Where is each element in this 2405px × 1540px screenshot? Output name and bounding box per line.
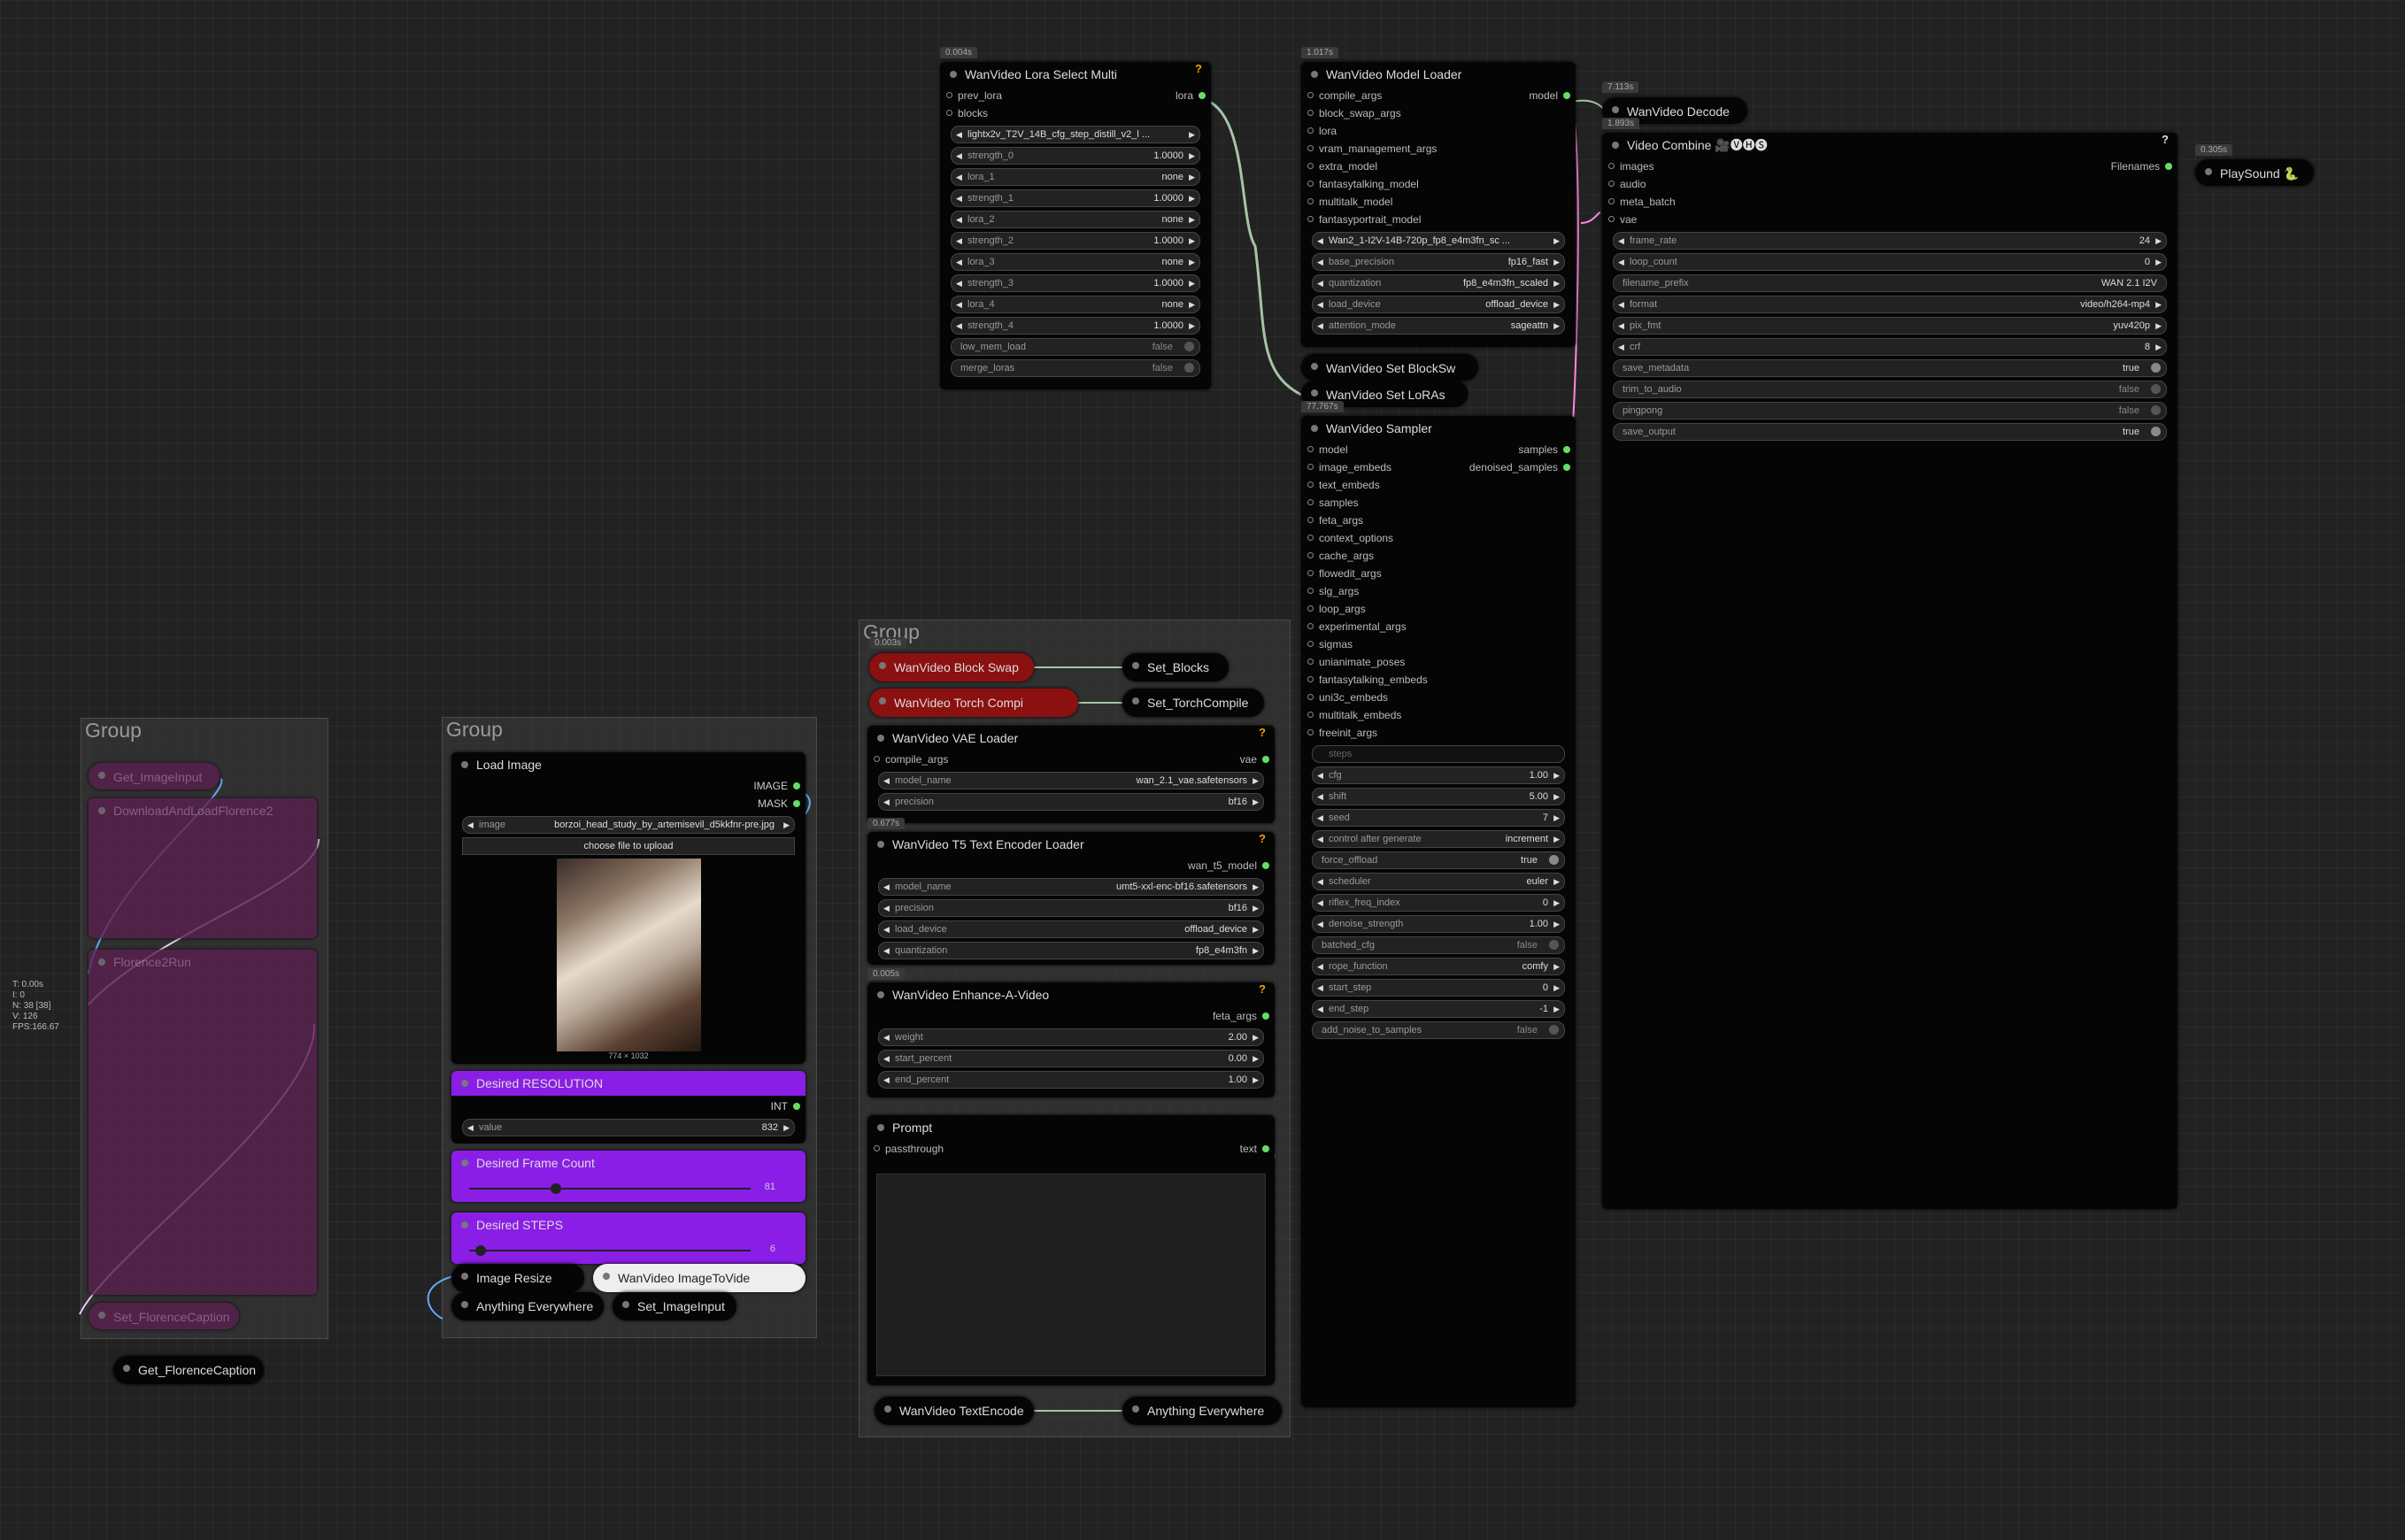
set-torchcompile-node[interactable]: Set_TorchCompile bbox=[1122, 689, 1264, 717]
format-widget[interactable]: formatvideo/h264-mp4 bbox=[1613, 296, 2167, 313]
filename-prefix-field[interactable]: filename_prefix WAN 2.1 I2V bbox=[1613, 274, 2167, 292]
lora-strength-4[interactable]: strength_41.0000 bbox=[951, 317, 1200, 335]
pingpong-toggle[interactable]: pingpong false bbox=[1613, 402, 2167, 420]
playsound-node[interactable]: PlaySound 🐍 bbox=[2195, 159, 2314, 186]
lora-strength-3[interactable]: strength_31.0000 bbox=[951, 274, 1200, 292]
cfg-widget[interactable]: cfg1.00 bbox=[1312, 766, 1565, 784]
set-blocks-node[interactable]: Set_Blocks bbox=[1122, 653, 1229, 681]
resolution-value[interactable]: value832 bbox=[462, 1119, 795, 1136]
seed-widget[interactable]: seed7 bbox=[1312, 809, 1565, 827]
set-imageinput-node[interactable]: Set_ImageInput bbox=[613, 1292, 736, 1321]
set-blockswap-node[interactable]: WanVideo Set BlockSw bbox=[1301, 354, 1478, 381]
loop-count-widget[interactable]: loop_count0 bbox=[1613, 253, 2167, 271]
force-offload-toggle[interactable]: force_offload true bbox=[1312, 851, 1565, 869]
end-step-widget[interactable]: end_step-1 bbox=[1312, 1000, 1565, 1018]
add-noise-toggle[interactable]: add_noise_to_samples false bbox=[1312, 1021, 1565, 1039]
enhance-a-video-node[interactable]: WanVideo Enhance-A-Video? feta_args weig… bbox=[867, 982, 1275, 1097]
desired-steps-node[interactable]: Desired STEPS 6 bbox=[451, 1213, 806, 1264]
text-encode-node[interactable]: WanVideo TextEncode bbox=[875, 1397, 1034, 1425]
steps-input[interactable]: steps bbox=[1312, 745, 1565, 763]
torch-compile-node[interactable]: WanVideo Torch Compi bbox=[869, 689, 1078, 717]
riflex-widget[interactable]: riflex_freq_index0 bbox=[1312, 894, 1565, 912]
get-florencecaption-node[interactable]: Get_FlorenceCaption bbox=[113, 1356, 264, 1384]
florence-run-node[interactable]: Florence2Run bbox=[89, 950, 317, 1295]
quantization-select[interactable]: quantizationfp8_e4m3fn_scaled bbox=[1312, 274, 1565, 292]
t5-load-device[interactable]: load_deviceoffload_device bbox=[878, 920, 1264, 938]
trim-to-audio-toggle[interactable]: trim_to_audio false bbox=[1613, 381, 2167, 398]
image-resize-node[interactable]: Image Resize bbox=[451, 1264, 584, 1292]
low-mem-load-toggle[interactable]: low_mem_load false bbox=[951, 338, 1200, 356]
lora-strength-0[interactable]: strength_01.0000 bbox=[951, 147, 1200, 165]
video-combine-node[interactable]: Video Combine 🎥🅥🅗🅢? images Filenames audi… bbox=[1602, 133, 2178, 1209]
desired-resolution-node[interactable]: Desired RESOLUTION INT value832 bbox=[451, 1071, 806, 1143]
anything-everywhere-node-1[interactable]: Anything Everywhere bbox=[451, 1292, 604, 1321]
start-step-widget[interactable]: start_step0 bbox=[1312, 979, 1565, 997]
prompt-node[interactable]: Prompt passthrough text bbox=[867, 1115, 1275, 1385]
merge-loras-toggle[interactable]: merge_loras false bbox=[951, 359, 1200, 377]
vae-precision[interactable]: precisionbf16 bbox=[878, 793, 1264, 811]
upload-button[interactable]: choose file to upload bbox=[462, 837, 795, 855]
imagetovideo-node[interactable]: WanVideo ImageToVide bbox=[593, 1264, 806, 1292]
anything-everywhere-node-2[interactable]: Anything Everywhere bbox=[1122, 1397, 1282, 1425]
get-imageinput-node[interactable]: Get_ImageInput bbox=[89, 763, 220, 789]
lora-0-select[interactable]: lightx2v_T2V_14B_cfg_step_distill_v2_l .… bbox=[951, 126, 1200, 143]
image-output[interactable]: IMAGE bbox=[753, 777, 800, 795]
lora-3-select[interactable]: lora_3none bbox=[951, 253, 1200, 271]
lora-select-multi-node[interactable]: WanVideo Lora Select Multi? prev_lora lor… bbox=[940, 62, 1211, 389]
lora-2-select[interactable]: lora_2none bbox=[951, 211, 1200, 228]
frame-rate-widget[interactable]: frame_rate24 bbox=[1613, 232, 2167, 250]
denoise-widget[interactable]: denoise_strength1.00 bbox=[1312, 915, 1565, 933]
lora-strength-1[interactable]: strength_11.0000 bbox=[951, 189, 1200, 207]
lora-1-select[interactable]: lora_1none bbox=[951, 168, 1200, 186]
enhance-end-percent[interactable]: end_percent1.00 bbox=[878, 1071, 1264, 1089]
base-precision-select[interactable]: base_precisionfp16_fast bbox=[1312, 253, 1565, 271]
crf-widget[interactable]: crf8 bbox=[1613, 338, 2167, 356]
rope-function-widget[interactable]: rope_functioncomfy bbox=[1312, 958, 1565, 975]
t5-precision[interactable]: precisionbf16 bbox=[878, 899, 1264, 917]
image-size-label: 774 × 1032 bbox=[608, 1051, 649, 1060]
lora-4-select[interactable]: lora_4none bbox=[951, 296, 1200, 313]
prompt-textarea[interactable] bbox=[876, 1174, 1266, 1376]
block-swap-node[interactable]: WanVideo Block Swap bbox=[869, 653, 1034, 681]
scheduler-widget[interactable]: schedulereuler bbox=[1312, 873, 1565, 890]
enhance-start-percent[interactable]: start_percent0.00 bbox=[878, 1050, 1264, 1067]
t5-model-name[interactable]: model_nameumt5-xxl-enc-bf16.safetensors bbox=[878, 878, 1264, 896]
lora-strength-2[interactable]: strength_21.0000 bbox=[951, 232, 1200, 250]
save-output-toggle[interactable]: save_output true bbox=[1613, 423, 2167, 441]
t5-loader-node[interactable]: WanVideo T5 Text Encoder Loader? wan_t5_… bbox=[867, 832, 1275, 965]
batched-cfg-toggle[interactable]: batched_cfg false bbox=[1312, 936, 1565, 954]
canvas-stats: T: 0.00s I: 0 N: 38 [38] V: 126 FPS:166.67 bbox=[12, 980, 59, 1032]
model-loader-node[interactable]: WanVideo Model Loader compile_args model … bbox=[1301, 62, 1576, 347]
set-florencecaption-node[interactable]: Set_FlorenceCaption bbox=[89, 1303, 239, 1329]
frame-count-slider[interactable]: 81 bbox=[462, 1179, 795, 1198]
model-select[interactable]: Wan2_1-I2V-14B-720p_fp8_e4m3fn_sc ... bbox=[1312, 232, 1565, 250]
desired-frame-count-node[interactable]: Desired Frame Count 81 bbox=[451, 1151, 806, 1202]
load-image-node[interactable]: Load Image IMAGE MASK imageborzoi_head_s… bbox=[451, 752, 806, 1064]
sampler-node[interactable]: WanVideo Sampler model samples image_embe… bbox=[1301, 416, 1576, 1407]
attention-mode-select[interactable]: attention_modesageattn bbox=[1312, 317, 1565, 335]
shift-widget[interactable]: shift5.00 bbox=[1312, 788, 1565, 805]
mask-output[interactable]: MASK bbox=[758, 795, 801, 812]
steps-slider[interactable]: 6 bbox=[462, 1241, 795, 1260]
save-metadata-toggle[interactable]: save_metadata true bbox=[1613, 359, 2167, 377]
image-select[interactable]: imageborzoi_head_study_by_artemisevil_d5… bbox=[462, 816, 795, 834]
t5-quantization[interactable]: quantizationfp8_e4m3fn bbox=[878, 942, 1264, 959]
vae-model-name[interactable]: model_namewan_2.1_vae.safetensors bbox=[878, 772, 1264, 789]
vae-loader-node[interactable]: WanVideo VAE Loader? compile_argsvae mod… bbox=[867, 726, 1275, 823]
dog-preview-image bbox=[556, 859, 701, 1051]
enhance-weight[interactable]: weight2.00 bbox=[878, 1028, 1264, 1046]
download-florence-node[interactable]: DownloadAndLoadFlorence2 bbox=[89, 798, 317, 938]
pix-fmt-widget[interactable]: pix_fmtyuv420p bbox=[1613, 317, 2167, 335]
load-device-select[interactable]: load_deviceoffload_device bbox=[1312, 296, 1565, 313]
control-after-generate[interactable]: control after generateincrement bbox=[1312, 830, 1565, 848]
